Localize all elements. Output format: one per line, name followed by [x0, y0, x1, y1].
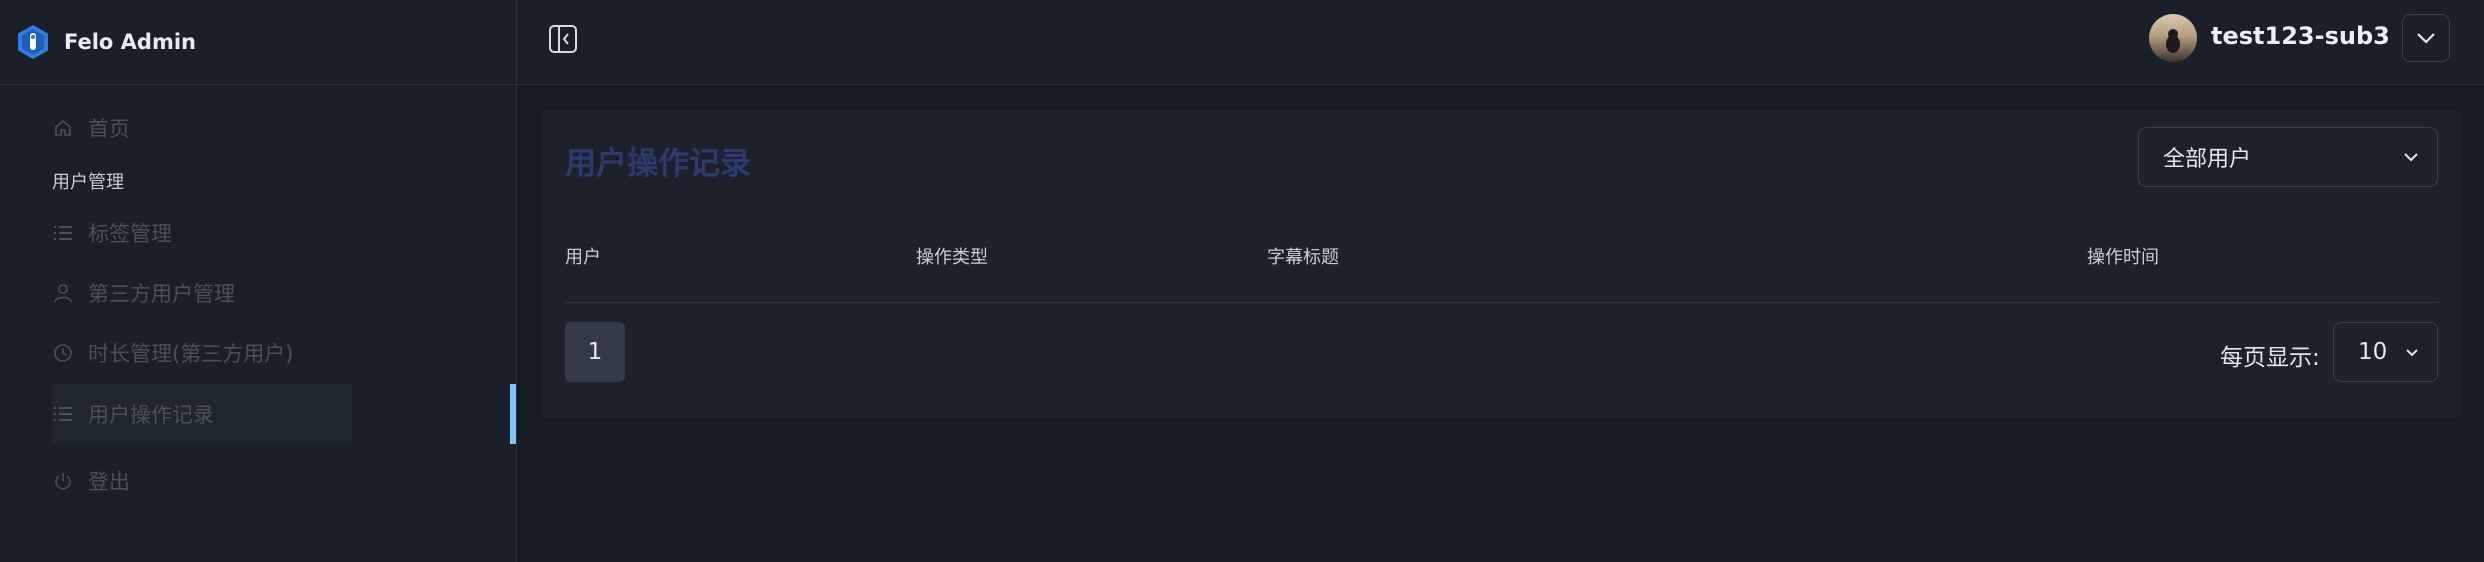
active-indicator: [510, 384, 516, 444]
per-page-label: 每页显示:: [2220, 345, 2320, 371]
user-filter-value: 全部用户: [2163, 147, 2252, 172]
user-name[interactable]: test123-sub3: [2211, 22, 2390, 50]
chevron-down-icon: [2417, 33, 2435, 44]
per-page-value: 10: [2358, 339, 2388, 365]
brand-name: Felo Admin: [64, 30, 196, 54]
sidebar-item-label: 时长管理(第三方用户): [88, 342, 294, 366]
sidebar-item-label: 用户操作记录: [88, 403, 214, 427]
sidebar: Felo Admin 首页 用户管理 标签管理 第三方用户管理 时长管理(第三方…: [0, 0, 517, 562]
user-icon: [52, 282, 74, 304]
brand[interactable]: Felo Admin: [0, 0, 516, 85]
avatar-image: [2166, 29, 2180, 53]
sidebar-item-label: 第三方用户管理: [88, 282, 235, 306]
column-header-operation-time: 操作时间: [2087, 247, 2159, 268]
column-header-user: 用户: [565, 247, 601, 268]
chevron-down-icon: [2404, 153, 2418, 162]
sidebar-item-label: 登出: [88, 470, 130, 494]
sidebar-section-label: 用户管理: [52, 172, 124, 193]
user-filter-select[interactable]: 全部用户: [2138, 127, 2438, 187]
logo-icon: [18, 25, 48, 59]
sidebar-item-logout[interactable]: 登出: [52, 451, 352, 511]
chevron-down-icon: [2406, 348, 2418, 356]
sidebar-item-duration[interactable]: 时长管理(第三方用户): [52, 323, 352, 383]
page-title: 用户操作记录: [565, 146, 751, 182]
table-divider: [565, 302, 2438, 303]
avatar[interactable]: [2149, 14, 2197, 62]
column-header-operation-type: 操作类型: [916, 247, 988, 268]
sidebar-item-label: 标签管理: [88, 222, 172, 246]
sidebar-item-third-party-users[interactable]: 第三方用户管理: [52, 263, 352, 323]
power-icon: [52, 470, 74, 492]
per-page-select[interactable]: 10: [2333, 322, 2438, 382]
sidebar-collapse-icon: [549, 25, 577, 53]
sidebar-item-label: 首页: [88, 117, 130, 141]
home-icon: [52, 117, 74, 139]
user-menu-button[interactable]: [2402, 14, 2450, 62]
list-icon: [52, 403, 74, 425]
sidebar-item-home[interactable]: 首页: [52, 98, 352, 158]
sidebar-item-tags[interactable]: 标签管理: [52, 203, 352, 263]
pagination-page-button[interactable]: 1: [565, 322, 625, 382]
clock-icon: [52, 342, 74, 364]
column-header-subtitle-title: 字幕标题: [1267, 247, 1339, 268]
list-icon: [52, 222, 74, 244]
sidebar-item-operation-logs[interactable]: 用户操作记录: [52, 384, 352, 444]
operation-log-card: 用户操作记录 全部用户 用户 操作类型 字幕标题 操作时间 1 每页显示: 10: [541, 110, 2462, 418]
sidebar-toggle-button[interactable]: [548, 24, 578, 54]
topbar: test123-sub3: [517, 0, 2484, 85]
